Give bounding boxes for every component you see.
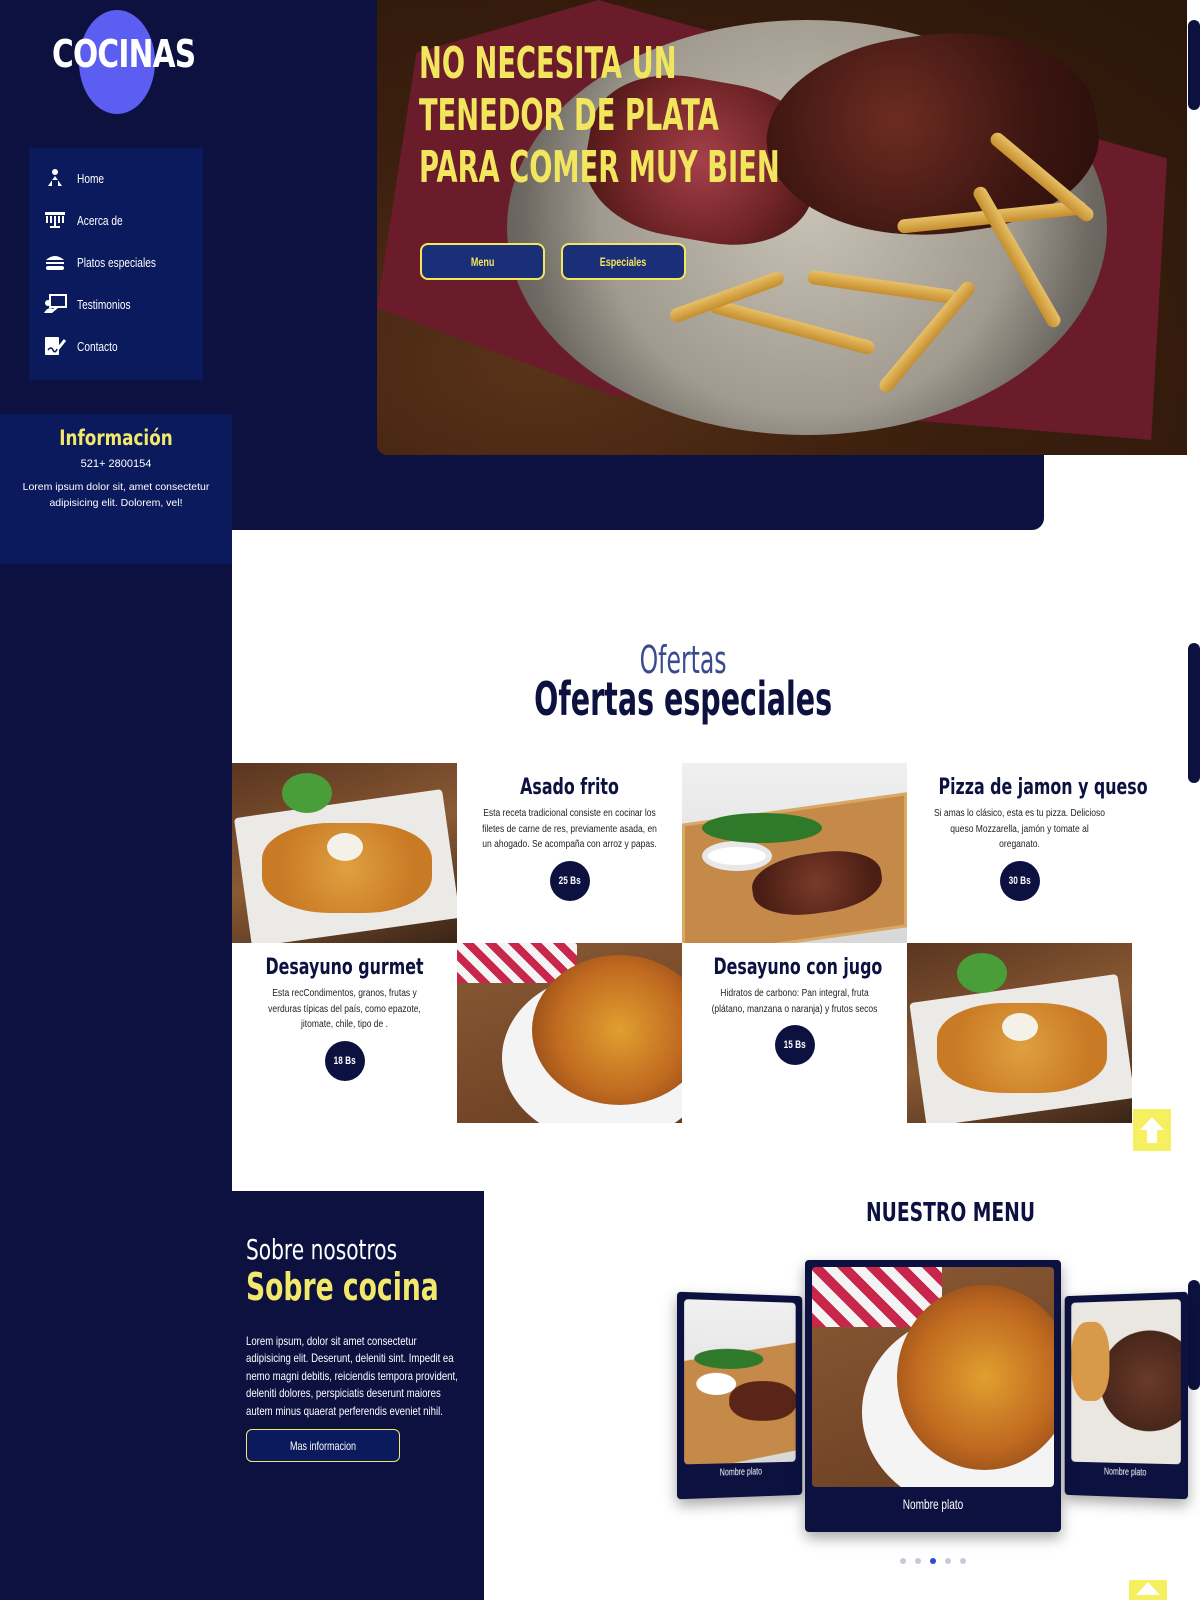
about-title: Sobre cocina — [246, 1265, 439, 1309]
menu-card-image — [812, 1267, 1054, 1487]
arrow-up-icon — [1136, 1582, 1160, 1595]
signature-icon — [45, 337, 67, 355]
offer-image-pizza — [457, 943, 682, 1123]
nav-item-platos[interactable]: Platos especiales — [43, 248, 178, 276]
offer-desc: Esta receta tradicional consiste en coci… — [482, 808, 657, 850]
price-badge: 18 Bs — [324, 1040, 365, 1081]
offer-desc: Hidratos de carbono: Pan integral, fruta… — [711, 988, 878, 1015]
nav-label: Platos especiales — [77, 254, 156, 270]
scroll-indicator[interactable] — [1188, 20, 1200, 110]
sidebar-nav: Home Acerca de Platos especiales Testimo… — [29, 148, 203, 380]
menu-card[interactable]: Nombre plato — [676, 1291, 803, 1500]
about-text: Lorem ipsum, dolor sit amet consectetur … — [246, 1334, 458, 1418]
price-badge: 30 Bs — [999, 860, 1040, 901]
menu-card-image — [1071, 1299, 1181, 1465]
nav-item-home[interactable]: Home — [43, 164, 112, 192]
info-box: Información 521+ 2800154 Lorem ipsum dol… — [0, 414, 232, 564]
home-icon — [48, 169, 62, 186]
offer-card: Asado frito Esta receta tradicional cons… — [457, 763, 682, 943]
menu-card-name: Nombre plato — [902, 1496, 964, 1512]
carousel-dot[interactable] — [945, 1558, 951, 1564]
menu-card-name: Nombre plato — [1104, 1466, 1147, 1479]
nav-item-contacto[interactable]: Contacto — [43, 332, 129, 360]
chalkboard-teacher-icon — [44, 294, 67, 313]
offer-image-nuggets — [907, 943, 1132, 1123]
menu-card-image — [684, 1299, 796, 1465]
menu-button[interactable]: Menu — [420, 243, 545, 280]
nav-item-acerca[interactable]: Acerca de — [43, 206, 136, 234]
menu-title: NUESTRO MENU — [866, 1198, 1036, 1228]
offer-image-nuggets — [232, 763, 457, 943]
menu-card-active[interactable]: Nombre plato — [805, 1260, 1061, 1532]
especiales-button[interactable]: Especiales — [561, 243, 686, 280]
carousel-dot[interactable] — [900, 1558, 906, 1564]
hero-headline: NO NECESITA UN TENEDOR DE PLATA PARA COM… — [419, 38, 780, 193]
arrow-up-icon — [1140, 1117, 1164, 1143]
price-badge: 15 Bs — [774, 1025, 815, 1065]
nav-label: Testimonios — [77, 296, 131, 312]
logo[interactable]: COCINAS — [52, 32, 196, 76]
info-title: Información — [59, 426, 173, 450]
nav-label: Home — [77, 170, 105, 186]
offers-title: Ofertas especiales — [534, 672, 833, 726]
mas-informacion-button[interactable]: Mas informacion — [246, 1429, 400, 1462]
info-text: Lorem ipsum dolor sit, amet consectetur … — [22, 481, 210, 509]
offer-desc: Esta recCondimentos, granos, frutas y ve… — [268, 988, 421, 1030]
offer-name: Desayuno con jugo — [713, 955, 883, 980]
menorah-icon — [45, 212, 65, 228]
burger-icon — [46, 256, 64, 270]
back-to-top-button[interactable] — [1129, 1580, 1167, 1600]
nav-item-testimonios[interactable]: Testimonios — [43, 290, 146, 318]
menu-card[interactable]: Nombre plato — [1064, 1291, 1188, 1500]
carousel-dot[interactable] — [915, 1558, 921, 1564]
offer-card: Pizza de jamon y queso Si amas lo clásic… — [907, 763, 1148, 943]
price-badge: 25 Bs — [549, 860, 590, 901]
offer-name: Asado frito — [520, 775, 619, 800]
info-phone: 521+ 2800154 — [80, 458, 152, 470]
hero-banner: NO NECESITA UN TENEDOR DE PLATA PARA COM… — [377, 0, 1187, 455]
back-to-top-button[interactable] — [1133, 1109, 1171, 1151]
offer-desc: Si amas lo clásico, esta es tu pizza. De… — [933, 808, 1106, 850]
scroll-indicator[interactable] — [1188, 1280, 1200, 1390]
offer-image-steak — [682, 763, 907, 943]
nav-label: Acerca de — [77, 212, 123, 228]
menu-card-name: Nombre plato — [719, 1466, 762, 1479]
about-subtitle: Sobre nosotros — [246, 1233, 398, 1266]
nav-label: Contacto — [77, 338, 118, 354]
carousel-dot[interactable] — [960, 1558, 966, 1564]
scroll-indicator[interactable] — [1188, 643, 1200, 783]
offer-card: Desayuno con jugo Hidratos de carbono: P… — [682, 943, 907, 1123]
offer-card: Desayuno gurmet Esta recCondimentos, gra… — [232, 943, 457, 1123]
offer-name: Pizza de jamon y queso — [938, 775, 1148, 800]
carousel-dot-active[interactable] — [930, 1558, 936, 1564]
offer-name: Desayuno gurmet — [265, 955, 424, 980]
about-section: Sobre nosotros Sobre cocina Lorem ipsum,… — [232, 1191, 484, 1600]
